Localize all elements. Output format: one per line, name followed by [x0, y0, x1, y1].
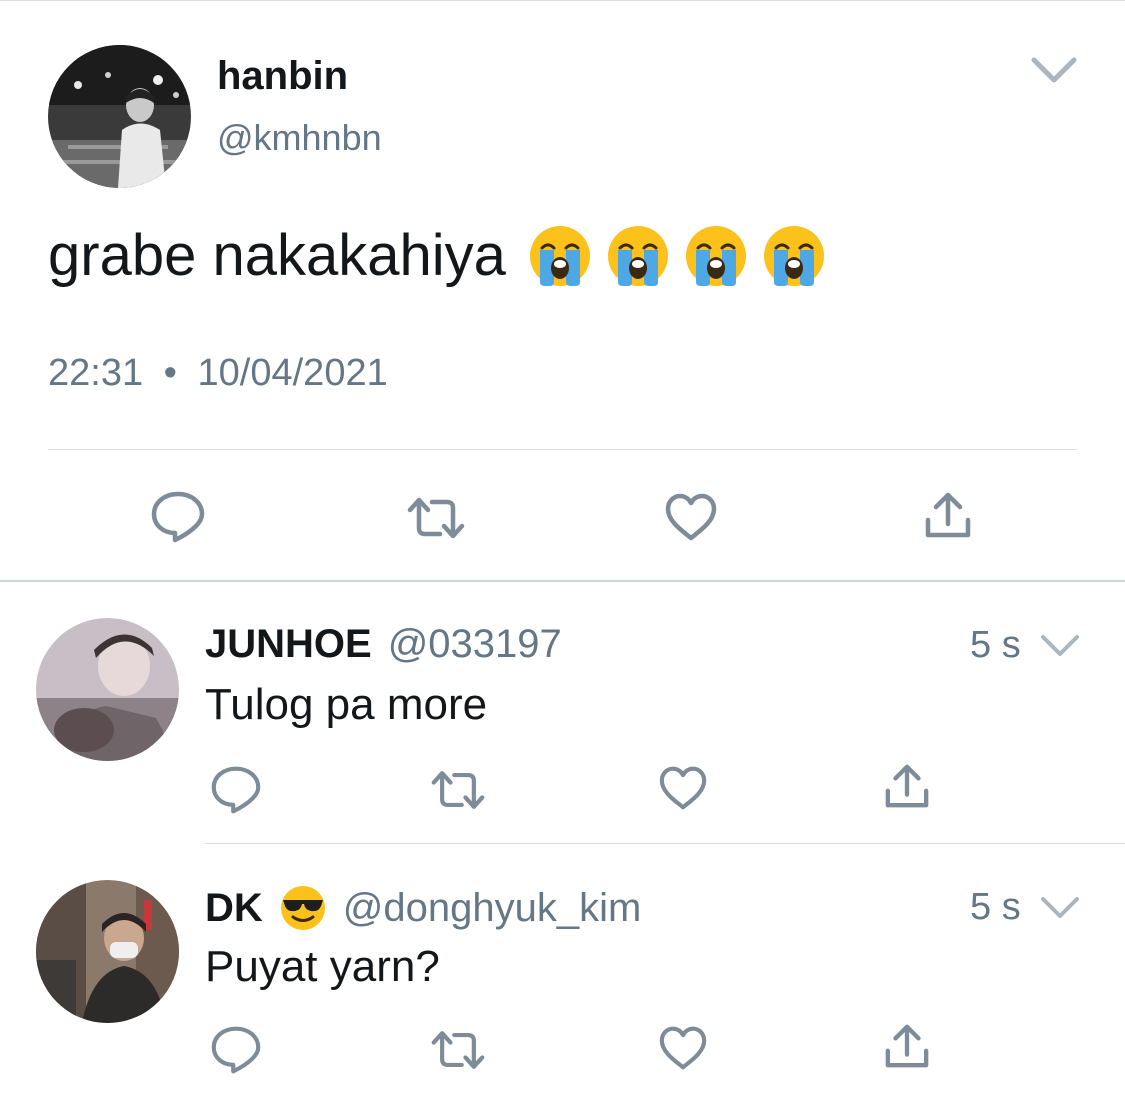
top-divider	[0, 0, 1125, 1]
like-icon[interactable]	[658, 765, 708, 816]
reply-author-handle[interactable]: @033197	[388, 622, 562, 667]
meta-separator: •	[163, 352, 177, 394]
tweet-menu-chevron-down-icon[interactable]	[1030, 56, 1078, 91]
avatar-dk[interactable]	[36, 880, 179, 1023]
reply-time: 5 s	[970, 624, 1021, 666]
like-icon[interactable]	[658, 1025, 708, 1076]
tweet-emojis	[528, 224, 826, 288]
tweet-text: grabe nakakahiya	[48, 222, 826, 289]
author-handle[interactable]: @kmhnbn	[217, 117, 382, 159]
reply-author-name[interactable]: DK	[205, 886, 263, 931]
reply-icon[interactable]	[210, 1025, 262, 1080]
section-divider	[0, 580, 1125, 582]
author-name[interactable]: hanbin	[217, 54, 348, 99]
reply-author-handle[interactable]: @donghyuk_kim	[343, 886, 642, 931]
reply-text: Tulog pa more	[205, 680, 488, 729]
reply-icon[interactable]	[150, 490, 206, 549]
reply-menu-chevron-down-icon[interactable]	[1040, 634, 1080, 663]
avatar-junhoe[interactable]	[36, 618, 179, 761]
tweet-timestamp: 22:31 • 10/04/2021	[48, 352, 388, 395]
reply-text: Puyat yarn?	[205, 942, 440, 991]
reply-author-name[interactable]: JUNHOE	[205, 622, 372, 667]
tweet-text-content: grabe nakakahiya	[48, 223, 506, 288]
loudly-crying-face-icon	[685, 225, 746, 286]
loudly-crying-face-icon	[607, 225, 668, 286]
reply-header: DK @donghyuk_kim	[205, 884, 641, 932]
share-icon[interactable]	[924, 490, 972, 545]
tweet-divider	[48, 449, 1077, 450]
smiling-face-with-sunglasses-icon	[280, 886, 325, 930]
loudly-crying-face-icon	[763, 225, 824, 286]
loudly-crying-face-icon	[529, 225, 590, 286]
tweet-date: 10/04/2021	[197, 352, 388, 394]
share-icon[interactable]	[884, 1022, 930, 1075]
tweet-time: 22:31	[48, 352, 144, 394]
retweet-icon[interactable]	[430, 769, 486, 816]
avatar-hanbin[interactable]	[48, 45, 191, 188]
retweet-icon[interactable]	[406, 496, 466, 545]
share-icon[interactable]	[884, 762, 930, 815]
reply-header: JUNHOE @033197	[205, 622, 562, 667]
reply-menu-chevron-down-icon[interactable]	[1040, 896, 1080, 925]
reply-time: 5 s	[970, 886, 1021, 928]
like-icon[interactable]	[664, 492, 718, 547]
reply-icon[interactable]	[210, 765, 262, 820]
reply-divider	[205, 843, 1125, 844]
retweet-icon[interactable]	[430, 1029, 486, 1076]
